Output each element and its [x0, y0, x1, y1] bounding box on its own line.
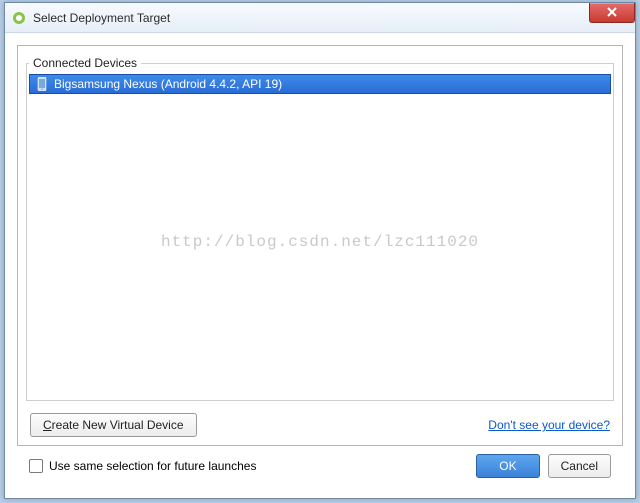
checkbox-label: Use same selection for future launches	[49, 459, 256, 473]
watermark-text: http://blog.csdn.net/lzc111020	[161, 233, 479, 251]
checkbox-box	[29, 459, 43, 473]
remember-selection-checkbox[interactable]: Use same selection for future launches	[29, 459, 256, 473]
device-label: Bigsamsung Nexus (Android 4.4.2, API 19)	[54, 77, 282, 91]
device-row[interactable]: Bigsamsung Nexus (Android 4.4.2, API 19)	[29, 74, 611, 94]
device-list[interactable]: Bigsamsung Nexus (Android 4.4.2, API 19)…	[29, 74, 611, 398]
phone-icon	[36, 77, 48, 91]
titlebar: Select Deployment Target	[5, 3, 635, 33]
main-panel: Connected Devices Bigsamsung Nexus (Andr…	[17, 45, 623, 446]
close-icon	[607, 6, 617, 20]
content-area: Connected Devices Bigsamsung Nexus (Andr…	[5, 33, 635, 498]
panel-bottom-row: Create New Virtual Device Don't see your…	[20, 407, 620, 439]
cancel-button[interactable]: Cancel	[548, 454, 611, 478]
connected-devices-group: Connected Devices Bigsamsung Nexus (Andr…	[26, 56, 614, 401]
dialog-buttons: OK Cancel	[476, 454, 611, 478]
app-icon	[11, 10, 27, 26]
ok-button[interactable]: OK	[476, 454, 539, 478]
group-label: Connected Devices	[29, 56, 141, 70]
footer-row: Use same selection for future launches O…	[17, 446, 623, 488]
create-virtual-device-button[interactable]: Create New Virtual Device	[30, 413, 197, 437]
dialog-window: Select Deployment Target Connected Devic…	[4, 2, 636, 499]
close-button[interactable]	[589, 3, 635, 23]
window-title: Select Deployment Target	[33, 11, 170, 25]
help-link[interactable]: Don't see your device?	[488, 418, 610, 432]
